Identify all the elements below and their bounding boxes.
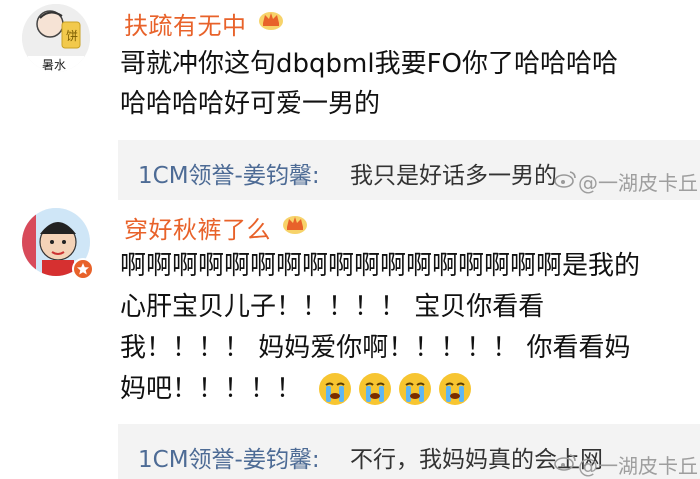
crying-emoji-icon bbox=[359, 373, 391, 405]
weibo-logo-icon bbox=[554, 454, 576, 471]
reply-author[interactable]: 1CM领誉-姜钧馨: bbox=[138, 156, 320, 190]
comment-text-line: 心肝宝贝儿子！！！！！ 宝贝你看看 bbox=[120, 292, 545, 322]
comment-text-line: 啊啊啊啊啊啊啊啊啊啊啊啊啊啊啊啊啊是我的 bbox=[120, 251, 641, 281]
watermark-text: @一湖皮卡丘 bbox=[578, 454, 698, 478]
comment-text-line: 哈哈哈哈好可爱一男的 bbox=[120, 89, 381, 119]
weibo-logo-icon bbox=[554, 171, 576, 188]
crown-badge-icon bbox=[259, 12, 283, 30]
avatar-caption: 暑水 bbox=[42, 58, 67, 72]
svg-text:饼: 饼 bbox=[66, 29, 78, 43]
crying-emoji-icon bbox=[319, 373, 351, 405]
watermark-text: @一湖皮卡丘 bbox=[578, 171, 698, 195]
reply-author[interactable]: 1CM领誉-姜钧馨: bbox=[138, 440, 320, 474]
comment-text-line: 哥就冲你这句dbqbml我要FO你了哈哈哈哈 bbox=[120, 49, 618, 79]
crying-emoji-icon bbox=[399, 373, 431, 405]
comment-text-line: 我！！！！ 妈妈爱你啊！！！！！ 你看看妈 bbox=[120, 333, 631, 363]
crown-badge-icon bbox=[283, 216, 307, 234]
verified-badge-icon bbox=[72, 258, 94, 280]
comment-username[interactable]: 扶疏有无中 bbox=[124, 6, 247, 41]
avatar-user-1[interactable]: 饼 暑水 bbox=[22, 4, 90, 72]
comment-text-line: 妈吧！！！！！ bbox=[120, 374, 303, 404]
reply-text: 我只是好话多一男的 bbox=[350, 163, 557, 189]
crying-emoji-icon bbox=[439, 373, 471, 405]
comment-username[interactable]: 穿好秋裤了么 bbox=[124, 210, 271, 245]
